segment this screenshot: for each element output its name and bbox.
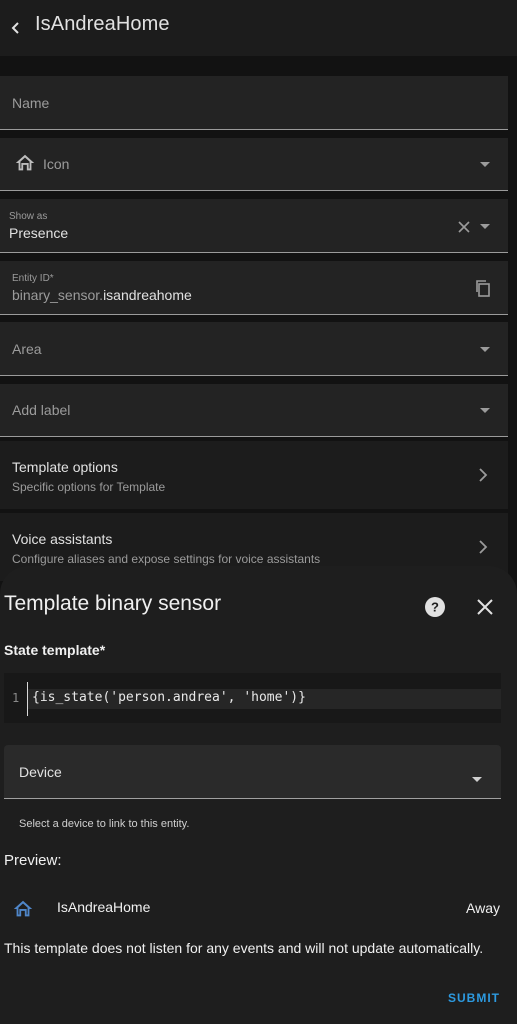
home-icon: [14, 152, 36, 179]
back-icon[interactable]: [2, 14, 30, 42]
add-label-select[interactable]: Add label: [0, 384, 508, 437]
submit-button[interactable]: SUBMIT: [448, 991, 500, 1005]
svg-text:?: ?: [431, 600, 439, 615]
preview-entity-state: Away: [466, 900, 500, 916]
page-title: IsAndreaHome: [35, 13, 170, 35]
name-field[interactable]: Name: [0, 76, 508, 130]
chevron-right-icon: [478, 540, 488, 554]
template-dialog: Template binary sensor ? State template*…: [0, 566, 517, 1024]
line-number: 1: [12, 691, 20, 705]
chevron-down-icon[interactable]: [472, 770, 482, 788]
show-as-value: Presence: [9, 225, 69, 241]
state-template-editor[interactable]: 1 {is_state('person.andrea', 'home')}: [4, 673, 501, 723]
app-header: IsAndreaHome: [0, 0, 517, 56]
name-label: Name: [12, 95, 50, 111]
clear-icon[interactable]: [458, 220, 470, 238]
template-options-title: Template options: [12, 459, 118, 475]
close-icon[interactable]: [476, 598, 494, 616]
voice-assistants-subtitle: Configure aliases and expose settings fo…: [12, 552, 321, 566]
voice-assistants-title: Voice assistants: [12, 531, 113, 547]
gutter-divider: [27, 682, 28, 716]
home-icon: [12, 898, 34, 920]
template-options-subtitle: Specific options for Template: [12, 480, 166, 494]
area-select[interactable]: Area: [0, 322, 508, 376]
code-text[interactable]: {is_state('person.andrea', 'home')}: [32, 690, 306, 705]
preview-label: Preview:: [4, 852, 62, 869]
copy-icon[interactable]: [474, 279, 492, 302]
chevron-down-icon[interactable]: [480, 406, 490, 416]
icon-label: Icon: [43, 156, 70, 172]
entity-id-value: binary_sensor.isandreahome: [12, 287, 192, 303]
show-as-label: Show as: [9, 211, 48, 222]
chevron-right-icon: [478, 468, 488, 482]
add-label-label: Add label: [12, 402, 71, 418]
preview-entity-name: IsAndreaHome: [57, 899, 151, 915]
state-template-label: State template*: [4, 642, 106, 658]
chevron-down-icon[interactable]: [480, 222, 490, 232]
show-as-select[interactable]: Show as Presence: [0, 199, 508, 253]
icon-field[interactable]: Icon: [0, 138, 508, 191]
entity-id-label: Entity ID*: [12, 273, 54, 284]
device-label: Device: [19, 764, 62, 780]
template-options-row[interactable]: Template options Specific options for Te…: [0, 441, 508, 509]
template-warning: This template does not listen for any ev…: [4, 940, 484, 956]
chevron-down-icon[interactable]: [480, 345, 490, 355]
chevron-down-icon[interactable]: [480, 160, 490, 170]
help-icon[interactable]: ?: [424, 596, 446, 618]
device-helper-text: Select a device to link to this entity.: [19, 818, 190, 830]
device-select[interactable]: Device: [4, 745, 501, 799]
area-label: Area: [12, 341, 42, 357]
dialog-title: Template binary sensor: [4, 592, 222, 615]
entity-id-field[interactable]: Entity ID* binary_sensor.isandreahome: [0, 261, 508, 315]
